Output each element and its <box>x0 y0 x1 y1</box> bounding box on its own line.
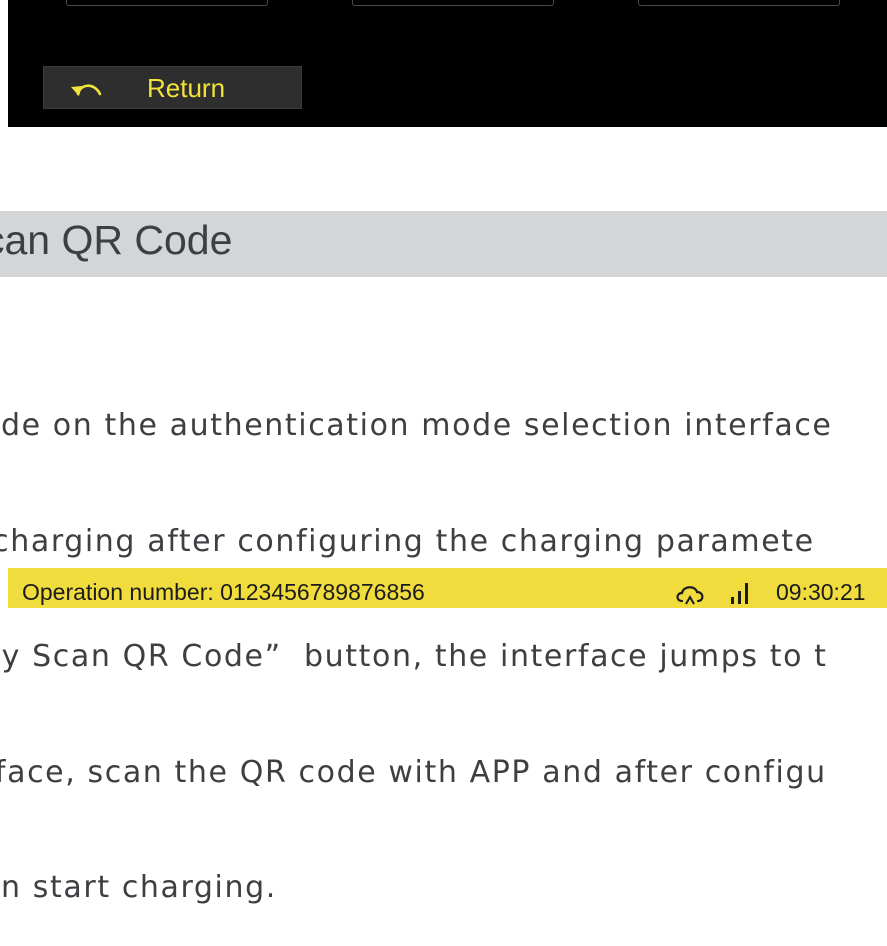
undo-arrow-icon <box>71 84 102 96</box>
top-button-edge-3[interactable] <box>638 0 840 6</box>
body-paragraph: ode on the authentication mode selection… <box>0 330 887 946</box>
status-bar: Operation number: 0123456789876856 09:30… <box>8 568 887 608</box>
operation-number: Operation number: 0123456789876856 <box>22 579 425 605</box>
return-button-label: Return <box>147 73 226 103</box>
clock-time: 09:30:21 <box>776 579 866 605</box>
top-button-edge-1[interactable] <box>66 0 268 6</box>
section-header: can QR Code <box>0 211 887 277</box>
paragraph-line: en start charging. <box>0 870 277 905</box>
paragraph-line: rface, scan the QR code with APP and aft… <box>0 754 827 790</box>
paragraph-line: by Scan QR Code” button, the interface j… <box>0 639 828 674</box>
paragraph-line: ode on the authentication mode selection… <box>0 408 833 443</box>
signal-strength-icon <box>731 583 748 604</box>
charger-screen-top: Return <box>8 0 887 127</box>
paragraph-line: charging after configuring the charging … <box>0 523 815 559</box>
section-title: can QR Code <box>0 217 233 263</box>
cloud-icon <box>676 586 704 605</box>
top-button-edge-2[interactable] <box>352 0 554 6</box>
return-button[interactable]: Return <box>43 66 302 109</box>
